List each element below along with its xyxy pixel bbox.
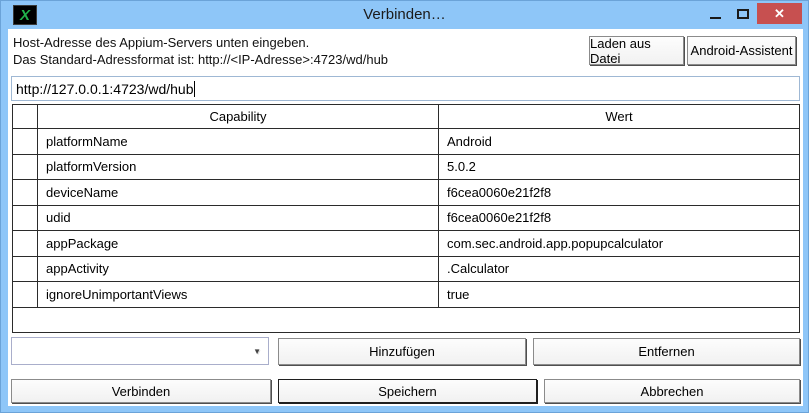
row-header-column[interactable] [13, 105, 38, 129]
column-header-wert[interactable]: Wert [439, 105, 800, 129]
value-cell[interactable]: f6cea0060e21f2f8 [439, 180, 800, 206]
text-caret [194, 81, 195, 97]
table-row: appPackage com.sec.android.app.popupcalc… [13, 231, 800, 257]
server-address-input[interactable]: http://127.0.0.1:4723/wd/hub [11, 76, 800, 101]
server-address-value: http://127.0.0.1:4723/wd/hub [16, 81, 193, 97]
load-from-file-button[interactable]: Laden aus Datei [589, 36, 684, 65]
value-cell[interactable]: f6cea0060e21f2f8 [439, 205, 800, 231]
add-button[interactable]: Hinzufügen [278, 338, 526, 365]
connect-dialog: X Verbinden… ✕ Host-Adresse des Appium-S… [0, 0, 809, 413]
window-title: Verbinden… [1, 6, 808, 23]
row-header-cell[interactable] [13, 205, 38, 231]
row-header-cell[interactable] [13, 231, 38, 257]
instruction-line-1: Host-Adresse des Appium-Servers unten ei… [13, 35, 309, 50]
table-row: udid f6cea0060e21f2f8 [13, 205, 800, 231]
value-cell[interactable]: 5.0.2 [439, 154, 800, 180]
maximize-icon [737, 9, 749, 19]
table-row: platformName Android [13, 129, 800, 155]
capability-cell[interactable]: ignoreUnimportantViews [38, 282, 439, 308]
instruction-line-2: Das Standard-Adressformat ist: http://<I… [13, 52, 388, 67]
capability-combobox[interactable]: ▼ [11, 337, 269, 365]
capability-cell[interactable]: platformVersion [38, 154, 439, 180]
table-row: ignoreUnimportantViews true [13, 282, 800, 308]
value-cell[interactable]: Android [439, 129, 800, 155]
row-header-cell[interactable] [13, 180, 38, 206]
capabilities-table-body: platformName Android platformVersion 5.0… [13, 129, 800, 333]
table-row: deviceName f6cea0060e21f2f8 [13, 180, 800, 206]
table-empty-area [13, 307, 800, 333]
capability-cell[interactable]: deviceName [38, 180, 439, 206]
value-cell[interactable]: .Calculator [439, 256, 800, 282]
title-bar[interactable]: X Verbinden… ✕ [1, 1, 808, 29]
connect-button[interactable]: Verbinden [11, 379, 271, 403]
close-icon: ✕ [774, 6, 785, 22]
remove-button[interactable]: Entfernen [533, 338, 800, 365]
value-cell[interactable]: true [439, 282, 800, 308]
minimize-icon [710, 17, 721, 19]
table-header-row: Capability Wert [13, 105, 800, 129]
dialog-content: Host-Adresse des Appium-Servers unten ei… [8, 29, 803, 406]
capability-cell[interactable]: appActivity [38, 256, 439, 282]
table-row: appActivity .Calculator [13, 256, 800, 282]
capability-cell[interactable]: appPackage [38, 231, 439, 257]
instruction-text: Host-Adresse des Appium-Servers unten ei… [13, 34, 388, 68]
chevron-down-icon: ▼ [253, 347, 261, 356]
column-header-capability[interactable]: Capability [38, 105, 439, 129]
table-row: platformVersion 5.0.2 [13, 154, 800, 180]
value-cell[interactable]: com.sec.android.app.popupcalculator [439, 231, 800, 257]
close-button[interactable]: ✕ [757, 3, 802, 24]
row-header-cell[interactable] [13, 154, 38, 180]
row-header-cell[interactable] [13, 129, 38, 155]
save-button[interactable]: Speichern [278, 379, 537, 403]
cancel-button[interactable]: Abbrechen [544, 379, 800, 403]
row-header-cell[interactable] [13, 256, 38, 282]
row-header-cell[interactable] [13, 282, 38, 308]
maximize-button[interactable] [730, 3, 756, 24]
capability-cell[interactable]: platformName [38, 129, 439, 155]
capability-cell[interactable]: udid [38, 205, 439, 231]
android-assistant-button[interactable]: Android-Assistent [687, 36, 796, 65]
capabilities-table: Capability Wert platformName Android pla… [12, 104, 800, 333]
minimize-button[interactable] [701, 3, 729, 24]
